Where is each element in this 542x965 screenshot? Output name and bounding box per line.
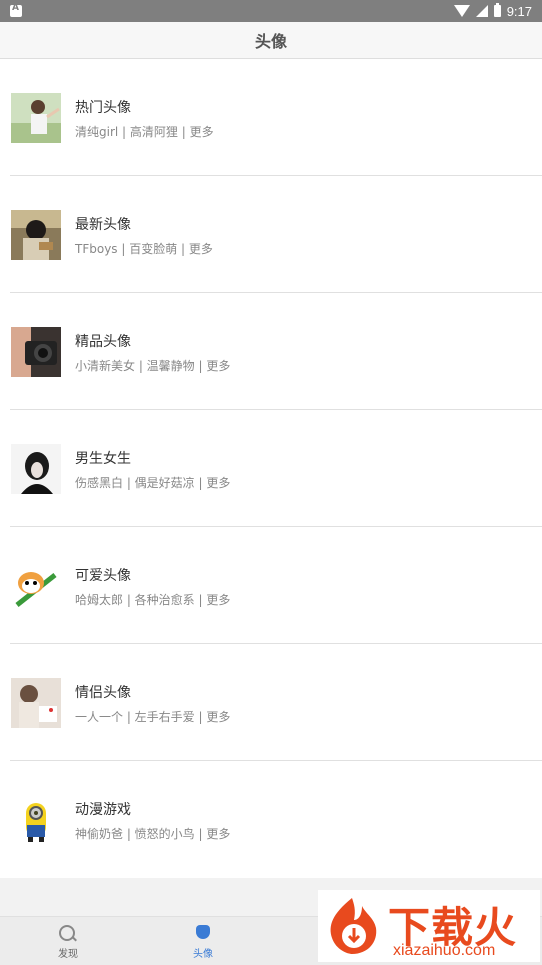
status-bar: 9:17 bbox=[0, 0, 542, 22]
category-thumbnail bbox=[11, 444, 61, 494]
category-item-premium[interactable]: 精品头像 小清新美女 | 温馨静物 | 更多 bbox=[0, 293, 542, 410]
category-title: 可爱头像 bbox=[75, 568, 131, 584]
category-title: 动漫游戏 bbox=[75, 802, 131, 818]
status-time: 9:17 bbox=[506, 3, 532, 19]
category-title: 最新头像 bbox=[75, 217, 131, 233]
signal-icon bbox=[475, 5, 488, 17]
notification-icon bbox=[10, 3, 22, 17]
wifi-icon bbox=[453, 5, 470, 17]
category-thumbnail bbox=[11, 327, 61, 377]
category-title: 男生女生 bbox=[75, 451, 131, 467]
category-thumbnail bbox=[11, 795, 61, 845]
flame-logo-icon bbox=[330, 898, 377, 954]
category-item-cute[interactable]: 可爱头像 哈姆太郎 | 各种治愈系 | 更多 bbox=[0, 527, 542, 644]
category-subtitle: 伤感黑白 | 偶是好菇凉 | 更多 bbox=[75, 476, 231, 490]
tab-discover[interactable]: 发现 bbox=[33, 917, 103, 965]
category-item-couple[interactable]: 情侣头像 一人一个 | 左手右手爱 | 更多 bbox=[0, 644, 542, 761]
category-title: 情侣头像 bbox=[75, 685, 131, 701]
battery-icon bbox=[493, 3, 501, 17]
category-subtitle: 清纯girl | 高清阿狸 | 更多 bbox=[75, 125, 214, 139]
category-subtitle: 神偷奶爸 | 愤怒的小鸟 | 更多 bbox=[75, 827, 231, 841]
tab-label: 发现 bbox=[58, 949, 78, 960]
watermark-url: xiazaihuo.com bbox=[393, 942, 496, 959]
category-subtitle: TFboys | 百变脸萌 | 更多 bbox=[75, 242, 213, 256]
watermark: 下载火 xiazaihuo.com bbox=[318, 890, 540, 962]
search-icon bbox=[59, 925, 75, 941]
category-subtitle: 小清新美女 | 温馨静物 | 更多 bbox=[75, 359, 231, 373]
category-list: 热门头像 清纯girl | 高清阿狸 | 更多 最新头像 TFboys | 百变… bbox=[0, 59, 542, 878]
category-item-hot[interactable]: 热门头像 清纯girl | 高清阿狸 | 更多 bbox=[0, 59, 542, 176]
category-thumbnail bbox=[11, 93, 61, 143]
category-subtitle: 一人一个 | 左手右手爱 | 更多 bbox=[75, 710, 231, 724]
category-item-boys-girls[interactable]: 男生女生 伤感黑白 | 偶是好菇凉 | 更多 bbox=[0, 410, 542, 527]
tab-avatar[interactable]: 头像 bbox=[168, 917, 238, 965]
page-title: 头像 bbox=[0, 22, 542, 59]
category-thumbnail bbox=[11, 561, 61, 611]
category-title: 热门头像 bbox=[75, 100, 131, 116]
category-item-anime-game[interactable]: 动漫游戏 神偷奶爸 | 愤怒的小鸟 | 更多 bbox=[0, 761, 542, 878]
category-thumbnail bbox=[11, 210, 61, 260]
tab-label: 头像 bbox=[193, 949, 213, 960]
category-thumbnail bbox=[11, 678, 61, 728]
category-title: 精品头像 bbox=[75, 334, 131, 350]
avatar-icon bbox=[196, 925, 210, 939]
category-subtitle: 哈姆太郎 | 各种治愈系 | 更多 bbox=[75, 593, 231, 607]
category-item-new[interactable]: 最新头像 TFboys | 百变脸萌 | 更多 bbox=[0, 176, 542, 293]
